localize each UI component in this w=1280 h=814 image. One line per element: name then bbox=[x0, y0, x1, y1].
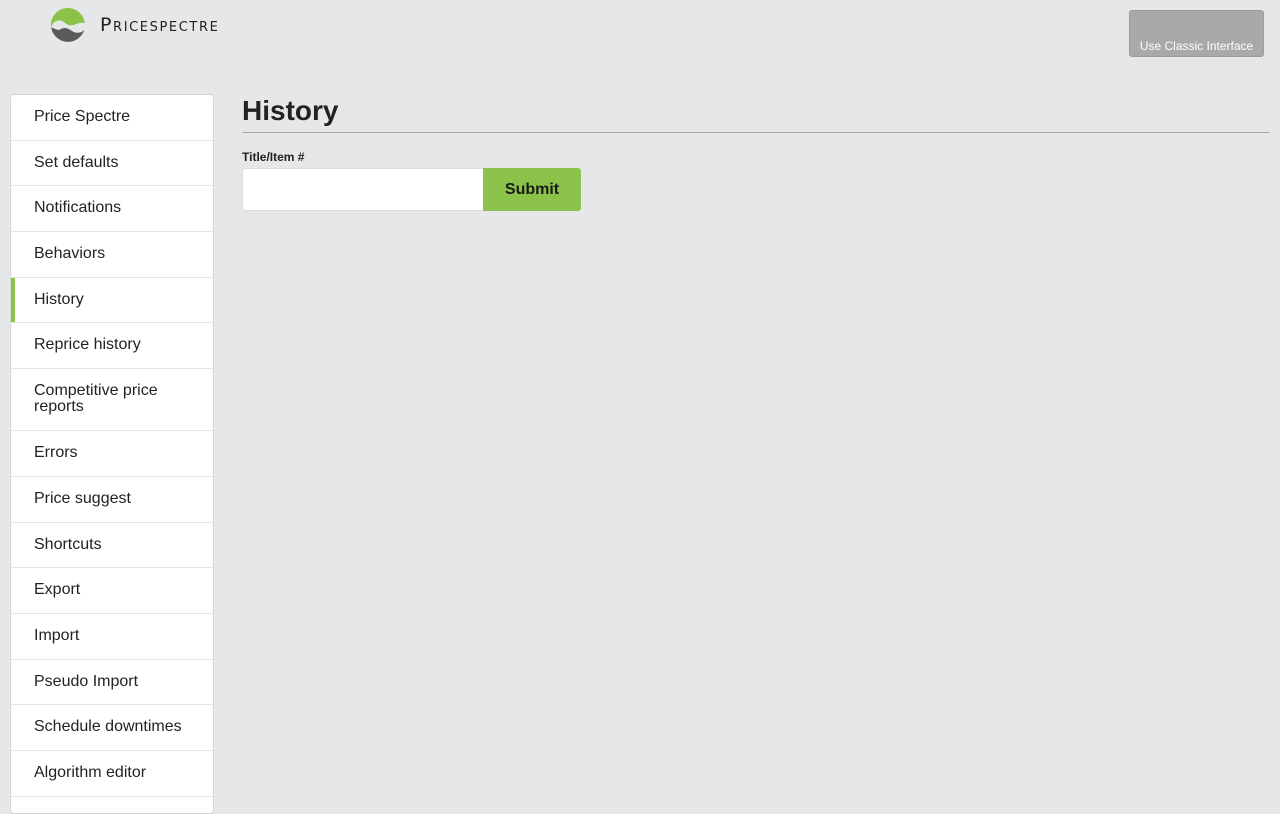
page-title: History bbox=[242, 94, 1270, 133]
sidebar-item-price-spectre[interactable]: Price Spectre bbox=[11, 95, 213, 141]
search-label: Title/Item # bbox=[242, 150, 305, 164]
sidebar-nav: Price Spectre Set defaults Notifications… bbox=[10, 94, 214, 814]
pricespectre-logo-icon bbox=[51, 8, 85, 42]
brand-name: Pricespectre bbox=[100, 13, 220, 36]
sidebar-item-set-defaults[interactable]: Set defaults bbox=[11, 141, 213, 187]
sidebar-item-shortcuts[interactable]: Shortcuts bbox=[11, 523, 213, 569]
sidebar-item-behaviors[interactable]: Behaviors bbox=[11, 232, 213, 278]
sidebar-item-notifications[interactable]: Notifications bbox=[11, 186, 213, 233]
submit-button[interactable]: Submit bbox=[483, 168, 581, 211]
sidebar-item-history[interactable]: History bbox=[11, 277, 213, 324]
sidebar-item-schedule-downtimes[interactable]: Schedule downtimes bbox=[11, 705, 213, 751]
sidebar-item-pseudo-import[interactable]: Pseudo Import bbox=[11, 660, 213, 706]
sidebar-item-errors[interactable]: Errors bbox=[11, 431, 213, 477]
title-item-search-input[interactable] bbox=[242, 168, 483, 211]
sidebar-item-reprice-history[interactable]: Reprice history bbox=[11, 323, 213, 370]
sidebar-item-price-suggest[interactable]: Price suggest bbox=[11, 477, 213, 523]
sidebar-item-algorithm-editor[interactable]: Algorithm editor bbox=[11, 751, 213, 797]
sidebar-item-import[interactable]: Import bbox=[11, 614, 213, 660]
search-form: Submit bbox=[242, 168, 1270, 211]
sidebar-item-competitive-price-reports[interactable]: Competitive price reports bbox=[11, 369, 213, 432]
use-classic-interface-button[interactable]: Use Classic Interface bbox=[1129, 10, 1264, 57]
header: Pricespectre Use Classic Interface bbox=[0, 0, 1280, 80]
brand-logo[interactable]: Pricespectre bbox=[50, 7, 219, 43]
sidebar-item-export[interactable]: Export bbox=[11, 568, 213, 614]
main-content: History Title/Item # Submit bbox=[242, 94, 1270, 211]
